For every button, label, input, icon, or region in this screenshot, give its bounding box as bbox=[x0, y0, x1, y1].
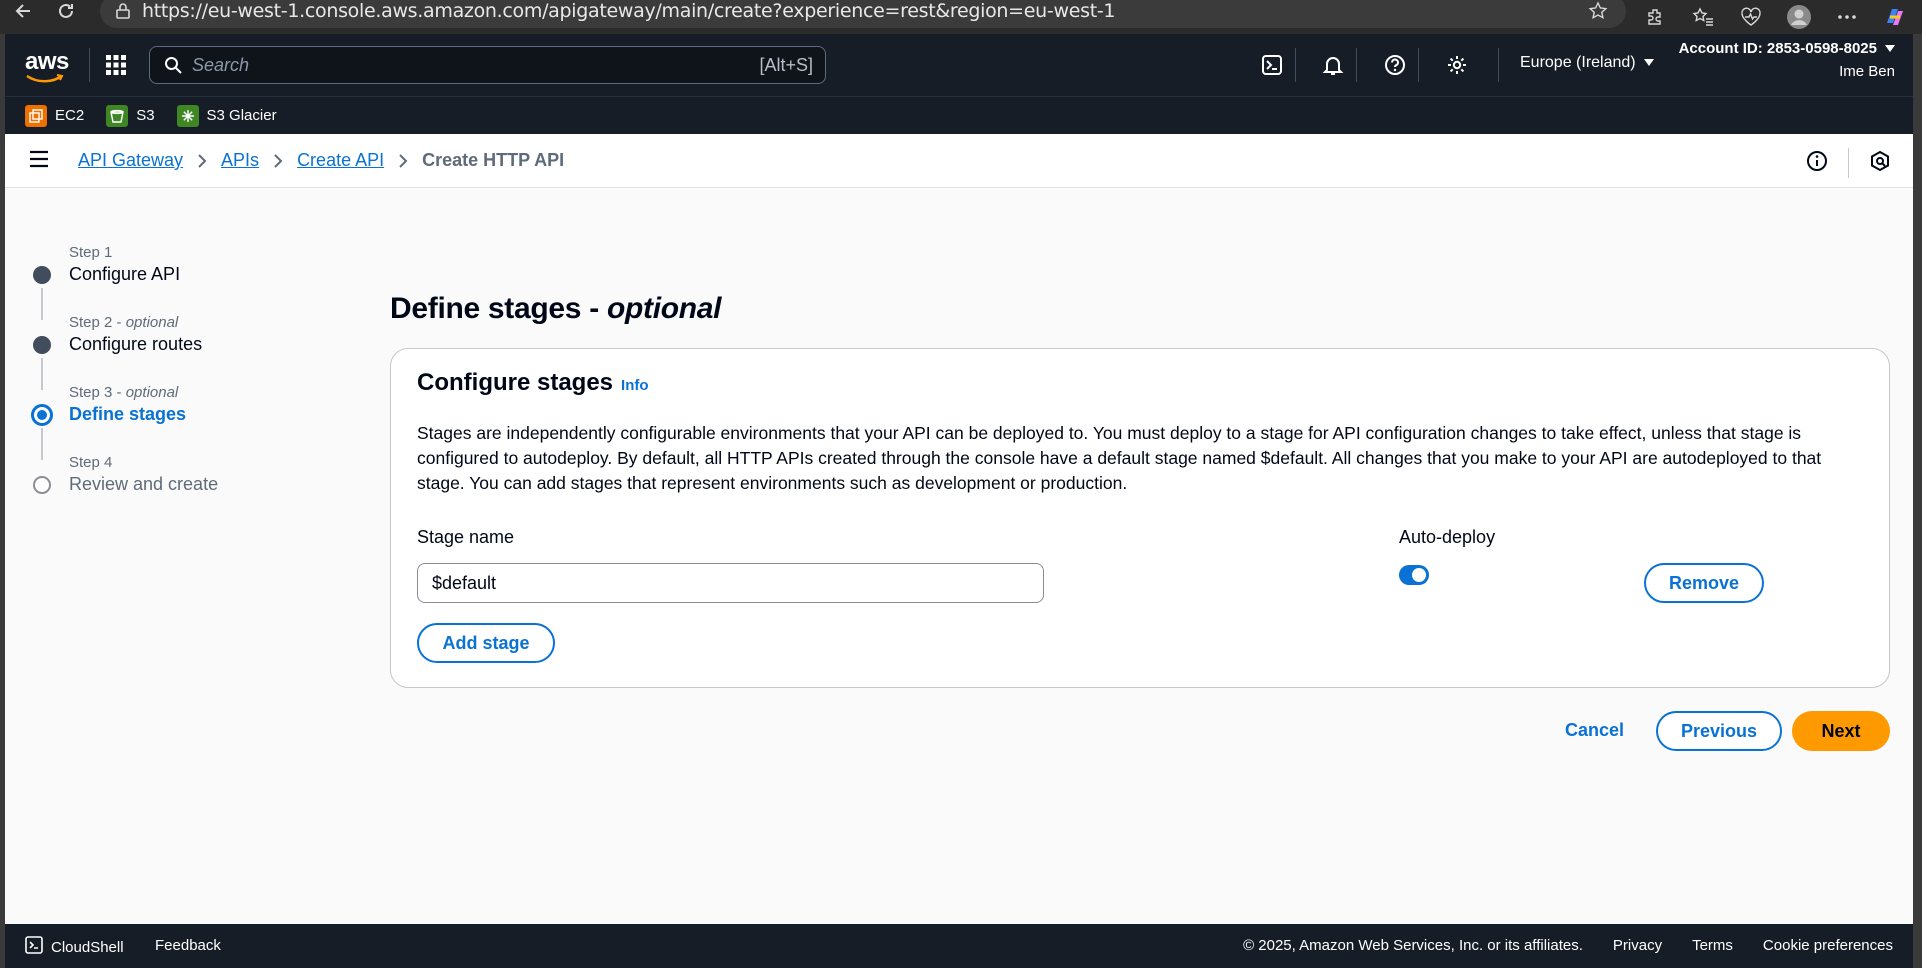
step-current-dot bbox=[31, 404, 53, 426]
favorites-icon[interactable] bbox=[1690, 4, 1716, 30]
feedback-link[interactable]: Feedback bbox=[155, 937, 221, 954]
info-link[interactable]: Info bbox=[621, 377, 649, 394]
step-4[interactable]: Step 4 Review and create bbox=[33, 454, 218, 524]
privacy-link[interactable]: Privacy bbox=[1613, 937, 1662, 954]
snowflake-icon bbox=[176, 104, 199, 127]
chevron-right-icon bbox=[398, 153, 408, 169]
region-label: Europe (Ireland) bbox=[1520, 54, 1636, 71]
step-complete-dot bbox=[33, 336, 51, 354]
header-divider bbox=[1295, 48, 1296, 82]
favorite-ec2[interactable]: EC2 bbox=[25, 104, 84, 127]
step-1[interactable]: Step 1 Configure API bbox=[33, 244, 218, 320]
copilot-icon[interactable] bbox=[1882, 4, 1908, 30]
step-pending-dot bbox=[33, 476, 51, 494]
more-options-icon[interactable] bbox=[1834, 4, 1860, 30]
account-user: Ime Ben bbox=[1839, 63, 1895, 80]
chevron-right-icon bbox=[273, 153, 283, 169]
aws-logo[interactable]: aws bbox=[25, 48, 69, 83]
panel-description: Stages are independently configurable en… bbox=[417, 423, 1822, 493]
breadcrumb-apis[interactable]: APIs bbox=[221, 150, 259, 171]
cancel-button[interactable]: Cancel bbox=[1565, 720, 1624, 741]
services-menu-icon[interactable] bbox=[105, 54, 127, 81]
search-shortcut: [Alt+S] bbox=[759, 55, 813, 75]
breadcrumb-current: Create HTTP API bbox=[422, 150, 565, 170]
remove-button[interactable]: Remove bbox=[1644, 563, 1764, 603]
auto-deploy-label: Auto-deploy bbox=[1399, 527, 1496, 547]
header-divider bbox=[89, 48, 90, 82]
configure-stages-panel: Configure stages Info Stages are indepen… bbox=[390, 348, 1890, 688]
favorite-s3-glacier[interactable]: S3 Glacier bbox=[176, 104, 277, 127]
browser-toolbar: https://eu-west-1.console.aws.amazon.com… bbox=[0, 0, 1922, 34]
settings-gear-icon[interactable] bbox=[1442, 50, 1472, 80]
cloudshell-button[interactable]: CloudShell bbox=[25, 936, 124, 958]
search-placeholder: Search bbox=[192, 54, 250, 75]
amazon-q-icon[interactable] bbox=[1869, 150, 1891, 177]
breadcrumb: API Gateway APIs Create API Create HTTP … bbox=[78, 150, 564, 171]
breadcrumb-bar: API Gateway APIs Create API Create HTTP … bbox=[5, 134, 1913, 188]
profile-avatar-icon[interactable] bbox=[1786, 4, 1812, 30]
terms-link[interactable]: Terms bbox=[1692, 937, 1733, 954]
header-divider bbox=[1356, 48, 1357, 82]
account-menu[interactable]: Account ID: 2853-0598-8025 Ime Ben bbox=[1679, 40, 1895, 80]
chevron-right-icon bbox=[197, 153, 207, 169]
address-bar[interactable]: https://eu-west-1.console.aws.amazon.com… bbox=[100, 0, 1626, 28]
page-title: Define stages - optional bbox=[390, 292, 722, 325]
stage-name-input[interactable]: $default bbox=[417, 563, 1044, 603]
panel-title: Configure stages Info bbox=[417, 369, 649, 396]
stage-name-label: Stage name bbox=[417, 527, 515, 547]
cookie-preferences-link[interactable]: Cookie preferences bbox=[1763, 937, 1893, 954]
header-divider bbox=[1418, 48, 1419, 82]
wizard-steps: Step 1 Configure API Step 2 - optional C… bbox=[31, 244, 218, 524]
cloudshell-icon bbox=[25, 936, 43, 958]
header-divider bbox=[1498, 48, 1499, 82]
favorites-bar: EC2 S3 S3 Glacier bbox=[5, 96, 1913, 134]
back-icon[interactable] bbox=[6, 0, 42, 28]
s3-bucket-icon bbox=[106, 104, 129, 127]
caret-down-icon bbox=[1885, 40, 1895, 57]
aws-console-page: aws Search [Alt+S] Europe (Ireland) Acco… bbox=[5, 34, 1913, 968]
search-input[interactable]: Search [Alt+S] bbox=[149, 46, 826, 84]
step-3[interactable]: Step 3 - optional Define stages bbox=[31, 384, 218, 460]
help-icon[interactable] bbox=[1380, 50, 1410, 80]
hamburger-menu-icon[interactable] bbox=[29, 150, 49, 173]
breadcrumb-api-gateway[interactable]: API Gateway bbox=[78, 150, 183, 171]
info-panel-icon[interactable] bbox=[1806, 150, 1828, 177]
auto-deploy-toggle[interactable] bbox=[1399, 565, 1429, 585]
url-text: https://eu-west-1.console.aws.amazon.com… bbox=[142, 0, 1116, 22]
console-footer: CloudShell Feedback © 2025, Amazon Web S… bbox=[5, 924, 1913, 968]
region-selector[interactable]: Europe (Ireland) bbox=[1520, 54, 1654, 72]
cloudshell-icon[interactable] bbox=[1257, 50, 1287, 80]
extensions-icon[interactable] bbox=[1642, 4, 1668, 30]
previous-button[interactable]: Previous bbox=[1656, 711, 1782, 751]
caret-down-icon bbox=[1643, 54, 1654, 72]
divider bbox=[1848, 148, 1849, 178]
notifications-bell-icon[interactable] bbox=[1318, 50, 1348, 80]
breadcrumb-create-api[interactable]: Create API bbox=[297, 150, 384, 171]
account-id: Account ID: 2853-0598-8025 bbox=[1678, 40, 1877, 57]
reload-icon[interactable] bbox=[48, 0, 84, 28]
ec2-icon bbox=[25, 104, 47, 127]
lock-icon bbox=[114, 2, 132, 20]
step-2[interactable]: Step 2 - optional Configure routes bbox=[33, 314, 218, 390]
favorite-s3[interactable]: S3 bbox=[106, 104, 155, 127]
step-complete-dot bbox=[33, 266, 51, 284]
add-stage-button[interactable]: Add stage bbox=[417, 623, 555, 663]
aws-header: aws Search [Alt+S] Europe (Ireland) Acco… bbox=[5, 34, 1913, 96]
toggle-knob bbox=[1412, 568, 1426, 582]
health-icon[interactable] bbox=[1738, 4, 1764, 30]
next-button[interactable]: Next bbox=[1792, 711, 1890, 751]
copyright-text: © 2025, Amazon Web Services, Inc. or its… bbox=[1243, 937, 1583, 954]
favorite-star-icon[interactable] bbox=[1588, 1, 1608, 26]
search-icon bbox=[164, 56, 182, 74]
